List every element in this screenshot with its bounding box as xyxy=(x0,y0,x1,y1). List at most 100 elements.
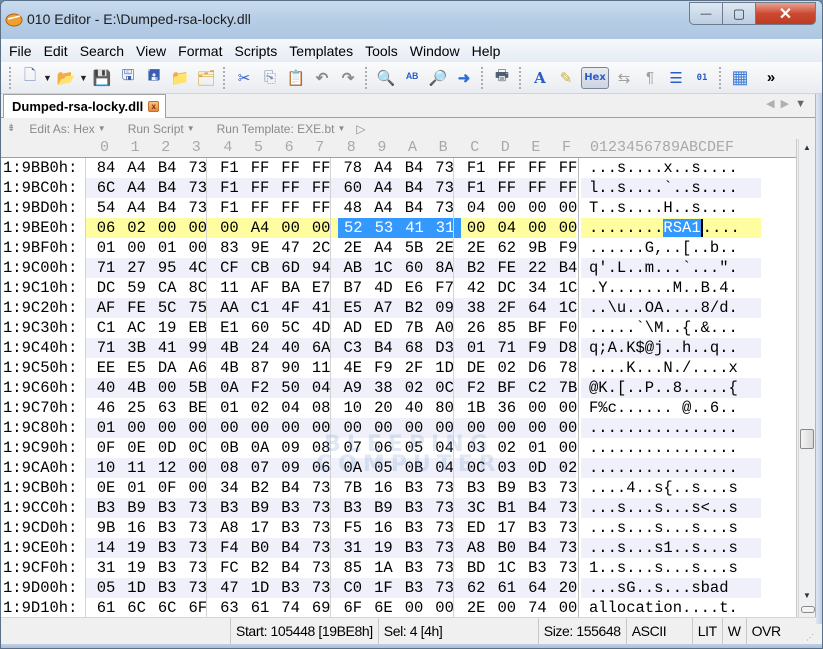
hex-byte[interactable]: 50 xyxy=(276,378,306,398)
hex-byte[interactable]: 6D xyxy=(276,258,306,278)
hex-byte[interactable]: 6E xyxy=(368,598,398,617)
run-script-dropdown[interactable]: Run Script ▼ xyxy=(128,122,195,136)
hex-byte[interactable]: 00 xyxy=(522,218,552,238)
hex-byte[interactable]: 01 xyxy=(461,338,491,358)
scrollbar-thumb[interactable] xyxy=(800,429,814,449)
hex-byte[interactable]: 4D xyxy=(306,318,336,338)
hex-byte[interactable]: AC xyxy=(122,318,152,338)
hex-byte[interactable]: A4 xyxy=(122,158,152,178)
hex-byte[interactable]: 08 xyxy=(306,438,336,458)
open-file-icon[interactable]: 📂 xyxy=(54,66,78,90)
hex-byte[interactable]: E5 xyxy=(122,358,152,378)
hex-byte[interactable]: F1 xyxy=(214,198,244,218)
hex-byte[interactable]: A4 xyxy=(368,158,398,178)
hex-byte[interactable]: 60 xyxy=(338,178,368,198)
hex-byte[interactable]: B3 xyxy=(152,518,182,538)
hex-byte[interactable]: FE xyxy=(492,258,522,278)
hex-byte[interactable]: 73 xyxy=(183,558,213,578)
hex-byte[interactable]: 85 xyxy=(492,318,522,338)
hex-byte[interactable]: A6 xyxy=(183,358,213,378)
hex-row[interactable]: 1:9CE0h: 14 19 B3 73 F4 B0 B4 73 31 19 B3 73 A8 B0 B4 73… xyxy=(1,538,796,558)
hex-byte[interactable]: 0B xyxy=(399,458,429,478)
toolbar-grip[interactable] xyxy=(481,66,485,89)
hex-row[interactable]: 1:9C00h: 71 27 95 4C CF CB 6D 94 AB 1C 60 8A B2 FE 22 B4… xyxy=(1,258,796,278)
hex-byte[interactable]: 46 xyxy=(91,398,121,418)
hex-byte[interactable]: B0 xyxy=(245,538,275,558)
pilcrow-icon[interactable]: ¶ xyxy=(638,66,662,90)
edit-as-dropdown[interactable]: Edit As: Hex ▼ xyxy=(29,122,105,136)
hex-byte[interactable]: FF xyxy=(276,178,306,198)
hex-byte[interactable]: B4 xyxy=(399,178,429,198)
hex-byte[interactable]: B3 xyxy=(399,518,429,538)
hex-byte[interactable]: 00 xyxy=(122,238,152,258)
hex-byte[interactable]: E6 xyxy=(399,278,429,298)
hex-byte[interactable]: CB xyxy=(245,258,275,278)
hex-byte[interactable]: 73 xyxy=(183,538,213,558)
hex-byte[interactable]: FF xyxy=(306,158,336,178)
hex-byte[interactable]: 19 xyxy=(152,318,182,338)
scroll-up-icon[interactable]: ▲ xyxy=(803,143,811,152)
hex-byte[interactable]: 04 xyxy=(430,458,460,478)
hex-byte[interactable]: FF xyxy=(522,178,552,198)
hex-byte[interactable]: 73 xyxy=(430,518,460,538)
hex-byte[interactable]: 2C xyxy=(306,238,336,258)
hex-byte[interactable]: B2 xyxy=(461,258,491,278)
hex-byte[interactable]: FF xyxy=(276,198,306,218)
hex-byte[interactable]: 38 xyxy=(368,378,398,398)
hex-byte[interactable]: 03 xyxy=(461,438,491,458)
hex-byte[interactable]: A4 xyxy=(122,198,152,218)
hex-byte[interactable]: 10 xyxy=(91,458,121,478)
hex-byte[interactable]: 00 xyxy=(306,218,336,238)
hex-byte[interactable]: 60 xyxy=(399,258,429,278)
hex-row[interactable]: 1:9C80h: 01 00 00 00 00 00 00 00 00 00 00 00 00 00 00 00… xyxy=(1,418,796,438)
hex-byte[interactable]: 73 xyxy=(430,578,460,598)
hex-byte[interactable]: 2E xyxy=(461,238,491,258)
hex-mode-toggle[interactable]: Hex xyxy=(581,66,609,89)
paste-icon[interactable]: 📋 xyxy=(284,66,308,90)
hex-byte[interactable]: 1D xyxy=(245,578,275,598)
hex-byte[interactable]: 07 xyxy=(245,458,275,478)
hex-byte[interactable]: 00 xyxy=(183,458,213,478)
hex-byte[interactable]: 41 xyxy=(399,218,430,238)
hex-byte[interactable]: B3 xyxy=(522,478,552,498)
workspace-icon[interactable]: 🗂 xyxy=(194,66,218,90)
hex-row[interactable]: 1:9CF0h: 31 19 B3 73 FC B2 B4 73 85 1A B3 73 BD 1C B3 73… xyxy=(1,558,796,578)
hex-byte[interactable]: ED xyxy=(368,318,398,338)
hex-byte[interactable]: 5B xyxy=(399,238,429,258)
hex-byte[interactable]: 19 xyxy=(122,538,152,558)
calculator-icon[interactable]: ▦ xyxy=(728,66,752,90)
hex-row[interactable]: 1:9C20h: AF FE 5C 75 AA C1 4F 41 E5 A7 B2 09 38 2F 64 1C… xyxy=(1,298,796,318)
hex-byte[interactable]: 90 xyxy=(276,358,306,378)
hex-byte[interactable]: F1 xyxy=(461,158,491,178)
hex-byte[interactable]: B4 xyxy=(399,158,429,178)
minimize-button[interactable]: — xyxy=(689,2,723,25)
row-ascii[interactable]: ......G,..[..b.. xyxy=(581,238,761,258)
hex-byte[interactable]: E7 xyxy=(306,278,336,298)
hex-byte[interactable]: 05 xyxy=(91,578,121,598)
hex-byte[interactable]: A0 xyxy=(430,318,460,338)
hex-row[interactable]: 1:9CA0h: 10 11 12 00 08 07 09 06 0A 05 0B 04 0C 03 0D 02… xyxy=(1,458,796,478)
toolbar-grip[interactable] xyxy=(719,66,723,89)
hex-byte[interactable]: FF xyxy=(245,178,275,198)
hex-byte[interactable]: B3 xyxy=(461,478,491,498)
hex-byte[interactable]: B2 xyxy=(399,298,429,318)
hex-byte[interactable]: 00 xyxy=(338,418,368,438)
hex-byte[interactable]: E5 xyxy=(338,298,368,318)
hex-byte[interactable]: BF xyxy=(492,378,522,398)
hex-byte[interactable]: 63 xyxy=(214,598,244,617)
editor-toolbar-grip-icon[interactable]: ⇟ xyxy=(7,123,15,134)
hex-row[interactable]: 1:9BB0h: 84 A4 B4 73 F1 FF FF FF 78 A4 B4 73 F1 FF FF FF… xyxy=(1,158,796,178)
hex-byte[interactable]: B3 xyxy=(152,558,182,578)
run-template-dropdown[interactable]: Run Template: EXE.bt ▼ ▷ xyxy=(217,122,366,136)
hex-byte[interactable]: 1C xyxy=(492,558,522,578)
hex-byte[interactable]: A8 xyxy=(461,538,491,558)
menu-window[interactable]: Window xyxy=(404,43,466,59)
hex-byte[interactable]: F9 xyxy=(522,338,552,358)
hex-byte[interactable]: B4 xyxy=(276,558,306,578)
hex-byte[interactable]: 38 xyxy=(461,298,491,318)
hex-byte[interactable]: C2 xyxy=(522,378,552,398)
list-view-icon[interactable]: ☰ xyxy=(664,66,688,90)
hex-byte[interactable]: 04 xyxy=(430,438,460,458)
hex-byte[interactable]: 73 xyxy=(430,158,460,178)
cut-icon[interactable]: ✂ xyxy=(232,66,256,90)
